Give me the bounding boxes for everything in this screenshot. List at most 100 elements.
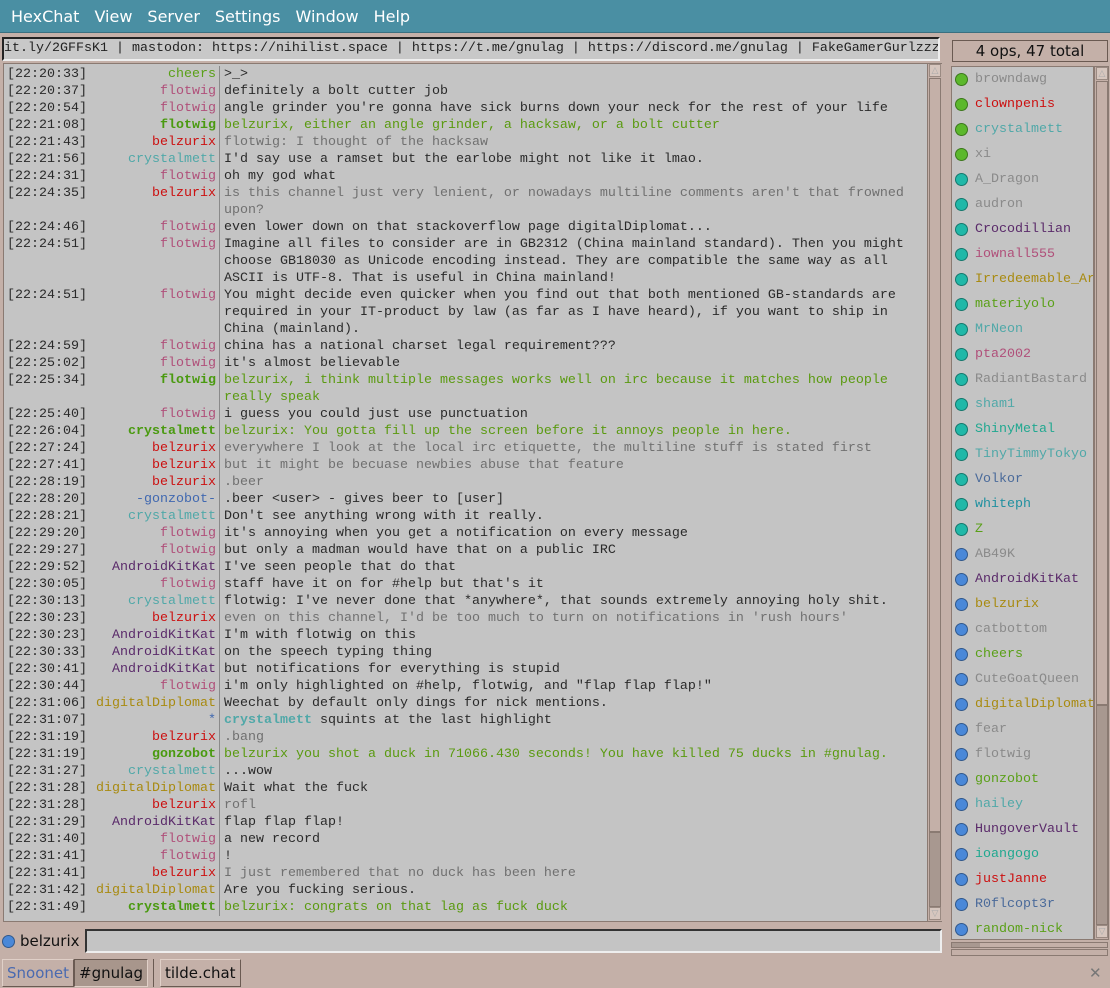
nick[interactable]: belzurix (86, 457, 220, 474)
scroll-down-icon[interactable]: ▽ (929, 907, 941, 920)
nick[interactable]: belzurix (86, 134, 220, 151)
scroll-track[interactable] (929, 78, 941, 832)
user-list-item[interactable]: CuteGoatQueen (952, 667, 1093, 692)
user-list-item[interactable]: hailey (952, 792, 1093, 817)
nick[interactable]: digitalDiplomat (86, 695, 220, 712)
topic-field[interactable]: it.ly/2GFFsK1 | mastodon: https://nihili… (2, 37, 940, 61)
nick[interactable]: flotwig (86, 219, 220, 236)
user-list-item[interactable]: clownpenis (952, 92, 1093, 117)
nick[interactable]: flotwig (86, 168, 220, 185)
user-list-item[interactable]: justJanne (952, 867, 1093, 892)
nick[interactable]: flotwig (86, 678, 220, 695)
user-list-item[interactable]: audron (952, 192, 1093, 217)
user-list-item[interactable]: A_Dragon (952, 167, 1093, 192)
scroll-thumb[interactable] (929, 832, 941, 907)
user-list-item[interactable]: MrNeon (952, 317, 1093, 342)
user-list-item[interactable]: Volkor (952, 467, 1093, 492)
user-list-item[interactable]: crystalmett (952, 117, 1093, 142)
user-list-item[interactable]: RadiantBastard (952, 367, 1093, 392)
userlist-scroll-up-icon[interactable]: △ (1096, 67, 1108, 80)
nick[interactable]: belzurix (86, 865, 220, 882)
nick[interactable]: flotwig (86, 406, 220, 423)
tab-network-snoonet[interactable]: Snoonet (2, 959, 74, 987)
menu-view[interactable]: View (94, 7, 132, 26)
nick[interactable]: flotwig (86, 83, 220, 100)
nick[interactable]: flotwig (86, 287, 220, 338)
nick[interactable]: AndroidKitKat (86, 644, 220, 661)
nick[interactable]: belzurix (86, 729, 220, 746)
nick[interactable]: flotwig (86, 355, 220, 372)
user-list-item[interactable]: browndawg (952, 67, 1093, 92)
nick[interactable]: digitalDiplomat (86, 780, 220, 797)
nick[interactable]: AndroidKitKat (86, 627, 220, 644)
nick[interactable]: crystalmett (86, 508, 220, 525)
nick[interactable]: AndroidKitKat (86, 814, 220, 831)
tab-network-tildechat[interactable]: tilde.chat (159, 959, 241, 987)
nick[interactable]: flotwig (86, 338, 220, 355)
user-list-item[interactable]: Irredeemable_Ar (952, 267, 1093, 292)
user-list-item[interactable]: Crocodillian (952, 217, 1093, 242)
nick[interactable]: belzurix (86, 610, 220, 627)
tab-channel-gnulag[interactable]: #gnulag (74, 959, 148, 987)
nick[interactable]: flotwig (86, 542, 220, 559)
nick[interactable]: -gonzobot- (86, 491, 220, 508)
nick[interactable]: * (86, 712, 220, 729)
user-list-item[interactable]: cheers (952, 642, 1093, 667)
scroll-up-icon[interactable]: △ (929, 64, 941, 77)
nick[interactable]: belzurix (86, 797, 220, 814)
nick[interactable]: flotwig (86, 100, 220, 117)
user-list-item[interactable]: fear (952, 717, 1093, 742)
hscroll-thumb[interactable] (952, 943, 980, 947)
close-tab-icon[interactable]: ✕ (1089, 964, 1102, 982)
user-list-item[interactable]: ioangogo (952, 842, 1093, 867)
menu-help[interactable]: Help (374, 7, 410, 26)
user-list-item[interactable]: iownall555 (952, 242, 1093, 267)
nick[interactable]: crystalmett (86, 151, 220, 168)
nick-button[interactable]: belzurix (20, 932, 80, 950)
userlist-scroll-track[interactable] (1096, 705, 1108, 925)
user-list-item[interactable]: ShinyMetal (952, 417, 1093, 442)
user-list-item[interactable]: sham1 (952, 392, 1093, 417)
nick[interactable]: AndroidKitKat (86, 661, 220, 678)
userlist-scrollbar[interactable]: △ ▽ (1094, 66, 1109, 940)
user-list-item[interactable]: materiyolo (952, 292, 1093, 317)
nick[interactable]: flotwig (86, 372, 220, 406)
user-list-item[interactable]: gonzobot (952, 767, 1093, 792)
userlist-hscrollbar[interactable] (951, 942, 1108, 948)
nick[interactable]: flotwig (86, 236, 220, 287)
menu-hexchat[interactable]: HexChat (11, 7, 79, 26)
nick[interactable]: AndroidKitKat (86, 559, 220, 576)
nick[interactable]: crystalmett (86, 899, 220, 916)
user-list-item[interactable]: AB49K (952, 542, 1093, 567)
user-list-item[interactable]: random-nick (952, 917, 1093, 939)
menu-window[interactable]: Window (296, 7, 359, 26)
nick[interactable]: crystalmett (86, 593, 220, 610)
userlist-scroll-down-icon[interactable]: ▽ (1096, 925, 1108, 938)
nick[interactable]: gonzobot (86, 746, 220, 763)
nick[interactable]: crystalmett (86, 423, 220, 440)
chat-scrollbar[interactable]: △ ▽ (927, 64, 942, 921)
user-list-item[interactable]: whiteph (952, 492, 1093, 517)
user-list-item[interactable]: AndroidKitKat (952, 567, 1093, 592)
user-list-item[interactable]: catbottom (952, 617, 1093, 642)
nick[interactable]: digitalDiplomat (86, 882, 220, 899)
user-list-item[interactable]: R0flcopt3r (952, 892, 1093, 917)
nick[interactable]: belzurix (86, 440, 220, 457)
nick[interactable]: flotwig (86, 848, 220, 865)
nick[interactable]: cheers (86, 66, 220, 83)
action-nick[interactable]: crystalmett (224, 713, 312, 728)
user-list-item[interactable]: Z (952, 517, 1093, 542)
nick[interactable]: flotwig (86, 576, 220, 593)
user-list-item[interactable]: pta2002 (952, 342, 1093, 367)
nick[interactable]: belzurix (86, 474, 220, 491)
message-input[interactable] (84, 929, 942, 953)
userlist-scroll-thumb[interactable] (1096, 81, 1108, 705)
nick[interactable]: crystalmett (86, 763, 220, 780)
user-list-item[interactable]: digitalDiplomat (952, 692, 1093, 717)
nick[interactable]: flotwig (86, 831, 220, 848)
user-list-item[interactable]: flotwig (952, 742, 1093, 767)
menu-settings[interactable]: Settings (215, 7, 281, 26)
nick[interactable]: flotwig (86, 117, 220, 134)
nick[interactable]: flotwig (86, 525, 220, 542)
nick[interactable]: belzurix (86, 185, 220, 219)
